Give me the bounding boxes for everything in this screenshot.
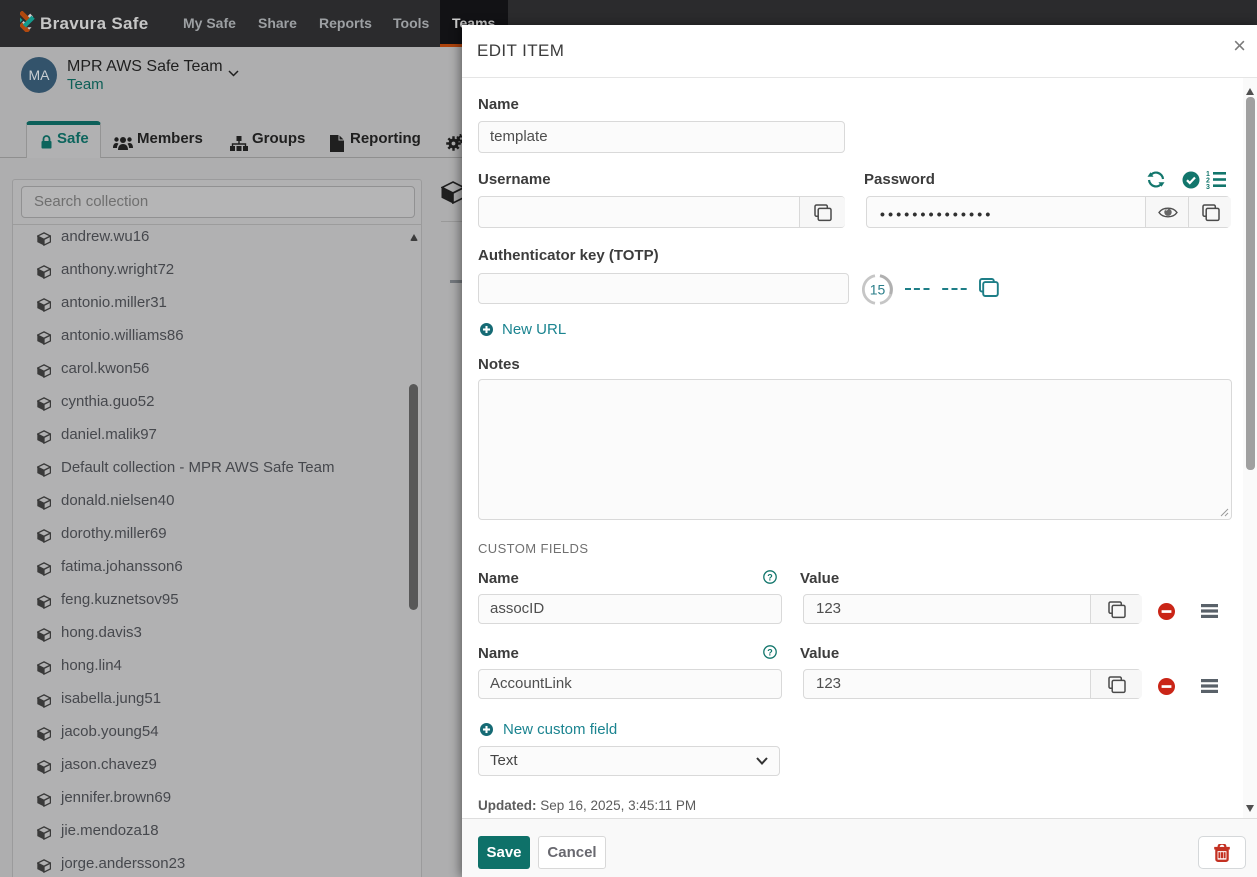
svg-text:?: ?	[767, 572, 773, 582]
svg-text:?: ?	[767, 647, 773, 657]
svg-text:3: 3	[1206, 184, 1210, 189]
svg-text:15: 15	[870, 282, 886, 298]
